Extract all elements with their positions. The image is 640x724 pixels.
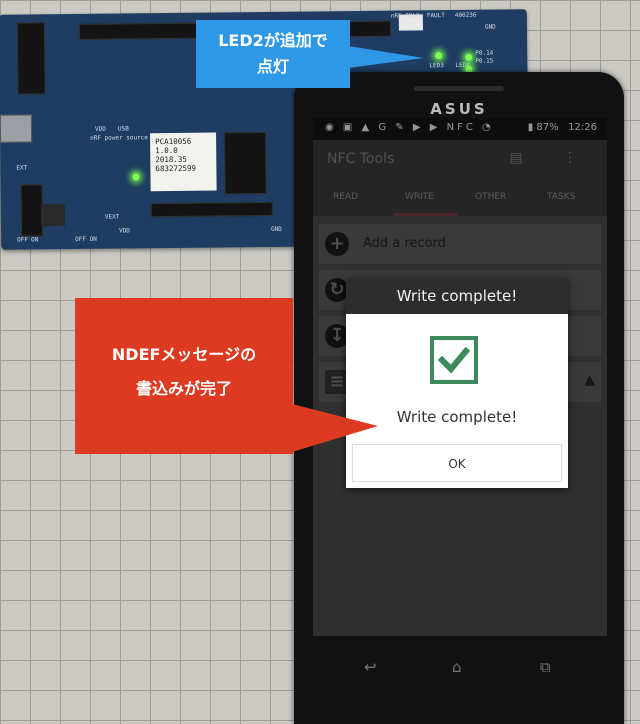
pin-header [16, 22, 46, 95]
silk-text: 400236 [454, 11, 477, 19]
checkmark-icon [430, 336, 478, 384]
recent-apps-button[interactable]: ⧉ [540, 658, 551, 676]
dialog-title: Write complete! [346, 278, 568, 314]
silk-text: EXT [16, 164, 28, 172]
ndef-callout: NDEFメッセージの 書込みが完了 [75, 298, 293, 454]
home-button[interactable]: ⌂ [452, 658, 462, 676]
pin-header [150, 201, 273, 218]
silk-text: VDD [94, 125, 106, 133]
led-2 [465, 53, 473, 61]
ok-button[interactable]: OK [352, 444, 562, 482]
led-callout-line2: 点灯 [256, 57, 289, 76]
silk-text: GND [484, 23, 496, 31]
silk-text: nRF ONLY [390, 12, 420, 20]
brand-logo: ASUS [430, 100, 488, 118]
ndef-callout-pointer [292, 404, 378, 452]
silk-text: P0.15 [475, 57, 494, 65]
silk-text: OFF ON [75, 235, 97, 243]
back-button[interactable]: ↩ [364, 658, 377, 676]
led-callout-pointer [348, 46, 424, 68]
switch [40, 204, 66, 227]
silk-text: GND [271, 225, 282, 233]
silk-text: OFF [17, 236, 29, 244]
speaker-grille [414, 86, 504, 91]
silk-text: P0.14 [475, 49, 494, 57]
led-callout: LED2が追加で 点灯 [196, 20, 350, 88]
pin-header [20, 184, 44, 237]
chip-label: PCA10056 1.0.0 2018.35 683272599 [150, 132, 217, 192]
silk-text: VDD [119, 227, 130, 235]
chip-label-line: 683272599 [155, 163, 197, 174]
silk-text: nRF power source [90, 134, 148, 142]
silk-text: LED3 [429, 62, 444, 70]
led-power [132, 173, 140, 181]
silk-text: ON [31, 236, 39, 244]
silk-text: FAULT [426, 12, 445, 20]
ndef-callout-line1: NDEFメッセージの [111, 345, 257, 364]
silk-text: USB [117, 125, 129, 133]
pin-header [224, 131, 267, 195]
silk-text: VEXT [104, 213, 120, 221]
led-callout-line1: LED2が追加で [218, 31, 328, 50]
led-1 [435, 52, 443, 60]
ndef-callout-line2: 書込みが完了 [135, 379, 232, 398]
nav-bar: ↩ ⌂ ⧉ [294, 650, 624, 710]
usb-port [0, 114, 33, 143]
